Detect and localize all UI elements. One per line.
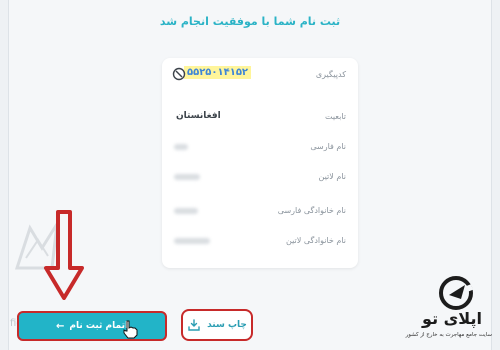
- persian-name-row: نام فارسی: [162, 138, 358, 158]
- tracking-code-value: ۵۵۲۵۰۱۴۱۵۲: [184, 66, 252, 79]
- arrow-left-icon: ←: [55, 320, 65, 332]
- red-arrow-annotation-icon: [44, 210, 84, 300]
- print-document-button[interactable]: چاپ سند: [181, 309, 253, 341]
- brand-logo: اپلای تو سایت جامع مهاجرت به خارج از کشو…: [405, 275, 492, 345]
- complete-registration-button[interactable]: اتمام ثبت نام ←: [17, 311, 167, 341]
- registration-summary-card: کدپیگیری ۵۵۲۵۰۱۴۱۵۲ تابعیت افغانستان نام…: [162, 58, 358, 268]
- tracking-code-row: کدپیگیری ۵۵۲۵۰۱۴۱۵۲: [162, 66, 358, 86]
- nationality-value: افغانستان: [176, 111, 221, 121]
- tracking-code-label: کدپیگیری: [315, 70, 346, 79]
- nationality-label: تابعیت: [324, 112, 346, 121]
- persian-name-label: نام فارسی: [310, 142, 346, 151]
- complete-registration-label: اتمام ثبت نام: [69, 321, 129, 331]
- globe-plane-logo-icon: [439, 276, 474, 310]
- persian-family-value-redacted: [174, 208, 198, 214]
- hand-cursor-icon: [123, 320, 138, 339]
- persian-family-label: نام خانوادگی فارسی: [277, 206, 346, 215]
- brand-name: اپلای تو: [422, 309, 482, 328]
- latin-name-value-redacted: [174, 174, 200, 180]
- latin-family-value-redacted: [174, 238, 210, 244]
- latin-name-label: نام لاتین: [318, 172, 346, 181]
- nationality-row: تابعیت افغانستان: [162, 108, 358, 128]
- persian-family-row: نام خانوادگی فارسی: [162, 202, 358, 222]
- brand-tagline: سایت جامع مهاجرت به خارج از کشور: [405, 332, 492, 338]
- registration-complete-screen: ثبت نام شما با موفقیت انجام شد کدپیگیری …: [0, 0, 500, 350]
- print-document-label: چاپ سند: [207, 320, 247, 330]
- download-icon: [188, 319, 200, 331]
- latin-family-label: نام خانوادگی لاتین: [286, 236, 346, 245]
- latin-name-row: نام لاتین: [162, 168, 358, 188]
- latin-family-row: نام خانوادگی لاتین: [162, 232, 358, 252]
- copy-icon[interactable]: [172, 67, 186, 81]
- persian-name-value-redacted: [174, 144, 188, 150]
- success-heading: ثبت نام شما با موفقیت انجام شد: [159, 15, 341, 28]
